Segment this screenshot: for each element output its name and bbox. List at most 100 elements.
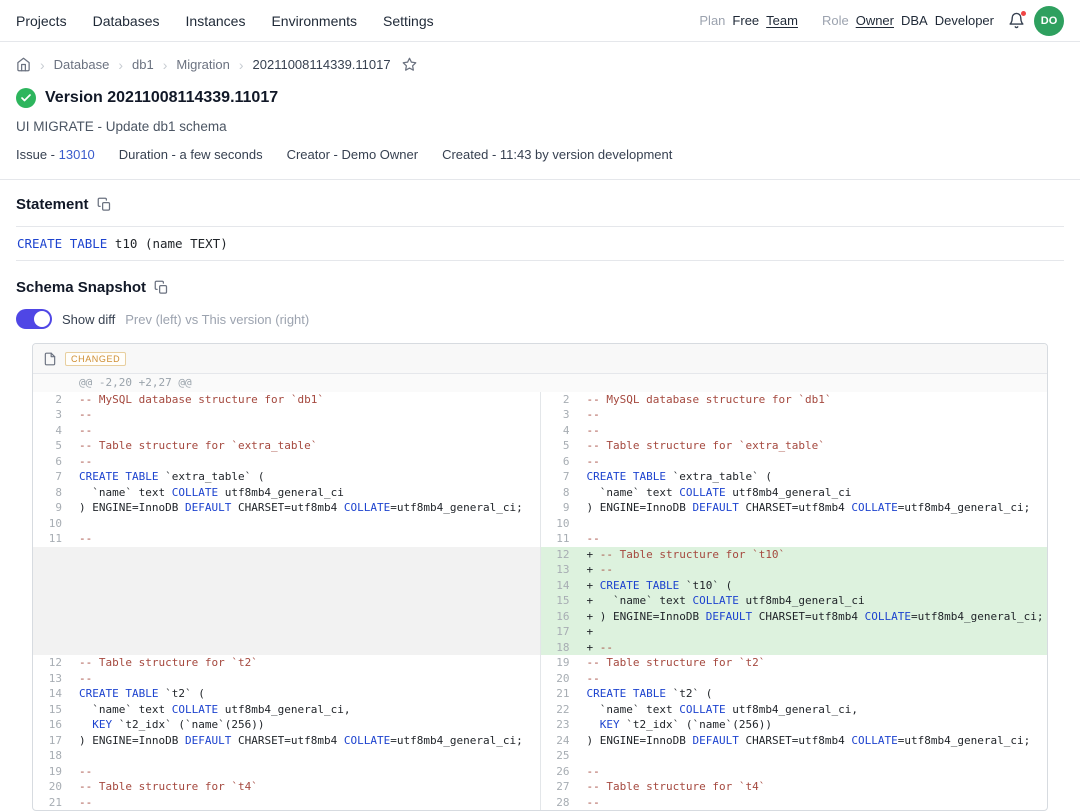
code-right: + -- xyxy=(577,562,1048,578)
line-number-left: 5 xyxy=(33,438,69,454)
line-number-right: 14 xyxy=(541,578,577,594)
breadcrumb-items: ›Database›db1›Migration›20211008114339.1… xyxy=(40,57,391,72)
show-diff-toggle[interactable] xyxy=(16,309,52,329)
notifications-bell-icon[interactable] xyxy=(1005,10,1027,32)
copy-statement-icon[interactable] xyxy=(97,197,112,212)
code-left: -- xyxy=(69,423,540,439)
code-left: -- xyxy=(69,531,540,547)
nav-item-settings[interactable]: Settings xyxy=(383,13,434,29)
team-upgrade-link[interactable]: Team xyxy=(766,13,798,28)
code-right: -- xyxy=(577,531,1048,547)
line-number-left: 17 xyxy=(33,733,69,749)
diff-row: 1825 xyxy=(33,748,1047,764)
code-right xyxy=(577,748,1048,764)
breadcrumb-item-1[interactable]: Database xyxy=(54,57,110,72)
meta-issue: Issue - 13010 xyxy=(16,147,95,162)
line-number-left xyxy=(33,624,69,640)
breadcrumb-item-2[interactable]: db1 xyxy=(132,57,154,72)
diff-rows: 2-- MySQL database structure for `db1`2-… xyxy=(33,392,1047,811)
line-number-right: 28 xyxy=(541,795,577,811)
line-number-right: 20 xyxy=(541,671,577,687)
statement-section: Statement CREATE TABLE t10 (name TEXT) xyxy=(0,180,1080,261)
code-right: + ) ENGINE=InnoDB DEFAULT CHARSET=utf8mb… xyxy=(577,609,1048,625)
role-owner-link[interactable]: Owner xyxy=(856,13,894,28)
diff-row: 19--26-- xyxy=(33,764,1047,780)
code-left: -- Table structure for `t2` xyxy=(69,655,540,671)
line-number-right: 25 xyxy=(541,748,577,764)
diff-toggle-row: Show diff Prev (left) vs This version (r… xyxy=(16,309,1064,329)
issue-link[interactable]: 13010 xyxy=(59,147,95,162)
line-number-left xyxy=(33,578,69,594)
avatar[interactable]: DO xyxy=(1034,6,1064,36)
nav-item-projects[interactable]: Projects xyxy=(16,13,67,29)
code-left: CREATE TABLE `extra_table` ( xyxy=(69,469,540,485)
line-number-left: 9 xyxy=(33,500,69,516)
diff-row: 12-- Table structure for `t2`19-- Table … xyxy=(33,655,1047,671)
diff-row: 17+ xyxy=(33,624,1047,640)
code-left xyxy=(69,609,540,625)
line-number-left: 16 xyxy=(33,717,69,733)
code-right: + `name` text COLLATE utf8mb4_general_ci xyxy=(577,593,1048,609)
breadcrumb-item-3[interactable]: Migration xyxy=(176,57,229,72)
line-number-left xyxy=(33,640,69,656)
line-number-right: 15 xyxy=(541,593,577,609)
diff-row: 5-- Table structure for `extra_table`5--… xyxy=(33,438,1047,454)
code-right: -- xyxy=(577,795,1048,811)
nav-right: Plan Free Team Role Owner DBA Developer … xyxy=(699,6,1064,36)
role-developer-link[interactable]: Developer xyxy=(935,13,994,28)
line-number-left: 8 xyxy=(33,485,69,501)
toggle-knob xyxy=(34,311,50,327)
line-number-left: 11 xyxy=(33,531,69,547)
code-right: KEY `t2_idx` (`name`(256)) xyxy=(577,717,1048,733)
diff-row: 14CREATE TABLE `t2` (21CREATE TABLE `t2`… xyxy=(33,686,1047,702)
diff-row: 8 `name` text COLLATE utf8mb4_general_ci… xyxy=(33,485,1047,501)
nav-item-environments[interactable]: Environments xyxy=(271,13,357,29)
line-number-left: 12 xyxy=(33,655,69,671)
code-right: -- xyxy=(577,423,1048,439)
line-number-right: 19 xyxy=(541,655,577,671)
code-right: ) ENGINE=InnoDB DEFAULT CHARSET=utf8mb4 … xyxy=(577,733,1048,749)
copy-snapshot-icon[interactable] xyxy=(154,280,169,295)
line-number-right: 23 xyxy=(541,717,577,733)
version-header: Version 20211008114339.11017 xyxy=(0,72,1080,108)
plan-value: Free xyxy=(732,13,759,28)
line-number-left: 3 xyxy=(33,407,69,423)
code-left: ) ENGINE=InnoDB DEFAULT CHARSET=utf8mb4 … xyxy=(69,733,540,749)
line-number-left: 18 xyxy=(33,748,69,764)
line-number-left xyxy=(33,547,69,563)
code-left xyxy=(69,562,540,578)
role-dba-link[interactable]: DBA xyxy=(901,13,928,28)
code-left: -- xyxy=(69,407,540,423)
line-number-right: 13 xyxy=(541,562,577,578)
line-number-left: 19 xyxy=(33,764,69,780)
line-number-right: 10 xyxy=(541,516,577,532)
statement-heading: Statement xyxy=(16,196,89,213)
line-number-right: 24 xyxy=(541,733,577,749)
line-number-left: 20 xyxy=(33,779,69,795)
line-number-right: 16 xyxy=(541,609,577,625)
breadcrumb-item-4[interactable]: 20211008114339.11017 xyxy=(253,57,391,72)
snapshot-heading: Schema Snapshot xyxy=(16,279,146,296)
meta-duration: Duration - a few seconds xyxy=(119,147,263,162)
star-icon[interactable] xyxy=(402,57,417,72)
chevron-right-icon: › xyxy=(40,58,45,72)
breadcrumb: ›Database›db1›Migration›20211008114339.1… xyxy=(0,42,1080,72)
line-number-left xyxy=(33,609,69,625)
nav-item-databases[interactable]: Databases xyxy=(93,13,160,29)
issue-label: Issue - xyxy=(16,147,55,162)
chevron-right-icon: › xyxy=(163,58,168,72)
diff-body: @@ -2,20 +2,27 @@ 2-- MySQL database str… xyxy=(33,374,1047,810)
code-right: + -- Table structure for `t10` xyxy=(577,547,1048,563)
code-left: -- xyxy=(69,671,540,687)
diff-row: 21--28-- xyxy=(33,795,1047,811)
line-number-right: 3 xyxy=(541,407,577,423)
code-right: ) ENGINE=InnoDB DEFAULT CHARSET=utf8mb4 … xyxy=(577,500,1048,516)
code-right: CREATE TABLE `t2` ( xyxy=(577,686,1048,702)
line-number-right: 2 xyxy=(541,392,577,408)
home-icon[interactable] xyxy=(16,57,31,72)
line-number-left: 21 xyxy=(33,795,69,811)
nav-item-instances[interactable]: Instances xyxy=(186,13,246,29)
diff-row: 16+ ) ENGINE=InnoDB DEFAULT CHARSET=utf8… xyxy=(33,609,1047,625)
diff-row: 9 ) ENGINE=InnoDB DEFAULT CHARSET=utf8mb4… xyxy=(33,500,1047,516)
code-right: `name` text COLLATE utf8mb4_general_ci, xyxy=(577,702,1048,718)
